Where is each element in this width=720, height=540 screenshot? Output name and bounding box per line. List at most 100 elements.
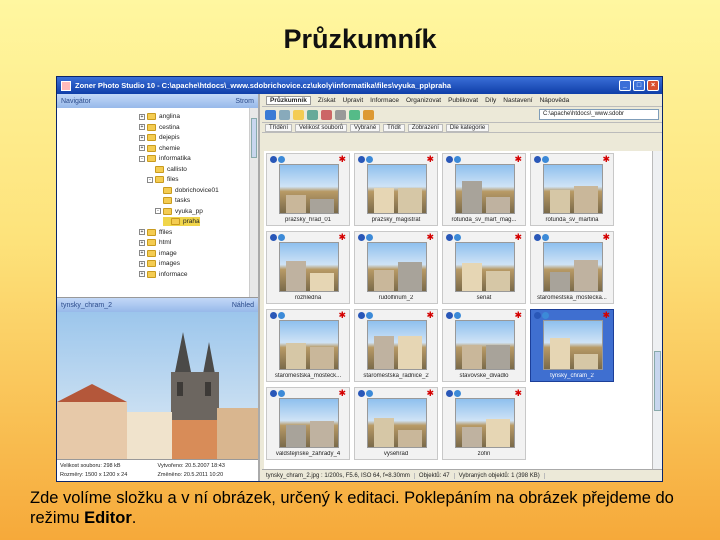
flag-icon[interactable]: ✱ (426, 311, 434, 320)
collapse-icon[interactable]: - (147, 176, 153, 183)
exif-icon[interactable] (278, 234, 285, 241)
info-icon[interactable] (270, 234, 277, 241)
thumbnail[interactable]: ✱ rozhledna (266, 231, 350, 304)
info-icon[interactable] (358, 390, 365, 397)
thumbnail-scrollbar[interactable] (652, 151, 662, 469)
info-icon[interactable] (358, 234, 365, 241)
tree-item[interactable]: + cestina (139, 123, 180, 132)
column-header[interactable]: Třídění (265, 123, 293, 132)
thumbnail[interactable]: ✱ staromestska_mostecka... (530, 231, 614, 304)
tree-item[interactable]: + anglina (139, 112, 180, 121)
menu-item[interactable]: Průzkumník (266, 95, 311, 105)
info-icon[interactable] (270, 156, 277, 163)
expand-icon[interactable]: + (139, 229, 145, 235)
delete-icon[interactable] (321, 109, 332, 120)
expand-icon[interactable]: + (139, 239, 145, 246)
menu-item[interactable]: Nastavení (503, 97, 532, 104)
tree-item[interactable]: callisto (147, 165, 187, 174)
thumbnail[interactable]: ✱ valdstejnske_zahrady_4 (266, 387, 350, 460)
tree-item[interactable]: + ffiles (139, 228, 172, 237)
tree-item[interactable]: - informatika (139, 154, 191, 163)
flag-icon[interactable]: ✱ (514, 389, 522, 398)
tree-item[interactable]: dobrichovice01 (155, 186, 219, 195)
info-icon[interactable] (446, 234, 453, 241)
info-icon[interactable] (446, 390, 453, 397)
tree-item[interactable]: - files (147, 175, 179, 184)
exif-icon[interactable] (542, 234, 549, 241)
menu-item[interactable]: Upravit (343, 97, 364, 104)
flag-icon[interactable]: ✱ (602, 155, 610, 164)
flag-icon[interactable]: ✱ (514, 233, 522, 242)
tree-item[interactable]: + images (139, 259, 180, 268)
flag-icon[interactable]: ✱ (602, 233, 610, 242)
tree-item[interactable]: - vyuka_pp (155, 207, 203, 216)
expand-icon[interactable]: + (139, 271, 145, 277)
info-icon[interactable] (534, 156, 541, 163)
minimize-button[interactable]: _ (619, 80, 631, 91)
exif-icon[interactable] (366, 234, 373, 241)
exif-icon[interactable] (454, 312, 461, 319)
thumbnail[interactable]: ✱ tynsky_chram_2 (530, 309, 614, 382)
menu-item[interactable]: Získat (318, 97, 336, 104)
flag-icon[interactable]: ✱ (338, 233, 346, 242)
flag-icon[interactable]: ✱ (338, 389, 346, 398)
menu-item[interactable]: Organizovat (406, 97, 441, 104)
tree-item[interactable]: + image (139, 249, 177, 258)
column-header[interactable]: Dle kategorie (445, 123, 490, 132)
thumbnail[interactable]: ✱ rotunda_sv_martina (530, 153, 614, 226)
column-header[interactable]: Velikost souborů (295, 123, 348, 132)
exif-icon[interactable] (454, 390, 461, 397)
refresh-icon[interactable] (307, 109, 318, 120)
flag-icon[interactable]: ✱ (426, 233, 434, 242)
navigator-mode-select[interactable]: Strom (235, 98, 254, 105)
tree-item[interactable]: + informace (139, 270, 188, 279)
column-header[interactable]: Zobrazení (407, 123, 443, 132)
menu-item[interactable]: Díly (485, 97, 496, 104)
info-icon[interactable] (358, 156, 365, 163)
star-icon[interactable] (363, 109, 374, 120)
thumbnail[interactable]: ✱ staromestska_mosteck... (266, 309, 350, 382)
exif-icon[interactable] (278, 156, 285, 163)
column-header[interactable]: Třídit (383, 123, 405, 132)
info-icon[interactable] (446, 156, 453, 163)
flag-icon[interactable]: ✱ (602, 311, 610, 320)
thumbnail[interactable]: ✱ vysehrad (354, 387, 438, 460)
tree-item[interactable]: + dejepis (139, 133, 180, 142)
expand-icon[interactable]: + (139, 124, 145, 130)
tree-item[interactable]: praha (163, 217, 200, 226)
thumbnail[interactable]: ✱ staromestska_radnice_2 (354, 309, 438, 382)
thumbnail[interactable]: ✱ prazsky_hrad_01 (266, 153, 350, 226)
exif-icon[interactable] (542, 312, 549, 319)
flag-icon[interactable]: ✱ (514, 311, 522, 320)
thumbnail[interactable]: ✱ stavovske_divadlo (442, 309, 526, 382)
collapse-icon[interactable]: - (139, 155, 145, 162)
title-bar[interactable]: Zoner Photo Studio 10 - C:\apache\htdocs… (57, 77, 662, 94)
forward-icon[interactable] (279, 109, 290, 120)
exif-icon[interactable] (366, 390, 373, 397)
exif-icon[interactable] (366, 156, 373, 163)
maximize-button[interactable]: □ (633, 80, 645, 91)
info-icon[interactable] (270, 312, 277, 319)
close-button[interactable]: × (647, 80, 659, 91)
folder-icon[interactable] (293, 109, 304, 120)
menu-item[interactable]: Publikovat (448, 97, 478, 104)
flag-icon[interactable]: ✱ (338, 155, 346, 164)
info-icon[interactable] (270, 390, 277, 397)
exif-icon[interactable] (542, 156, 549, 163)
filter-icon[interactable] (349, 109, 360, 120)
exif-icon[interactable] (454, 156, 461, 163)
tree-item[interactable]: + html (139, 238, 171, 247)
column-header[interactable]: Vybrané (350, 123, 381, 132)
expand-icon[interactable]: + (139, 113, 145, 120)
flag-icon[interactable]: ✱ (338, 311, 346, 320)
view-icon[interactable] (335, 109, 346, 120)
collapse-icon[interactable]: - (155, 208, 161, 214)
back-icon[interactable] (265, 109, 276, 120)
flag-icon[interactable]: ✱ (426, 389, 434, 398)
path-field[interactable]: C:\apache\htdocs\_www.sdobr (539, 109, 659, 120)
thumbnail[interactable]: ✱ rudolfinum_2 (354, 231, 438, 304)
menu-item[interactable]: Nápověda (540, 97, 570, 104)
flag-icon[interactable]: ✱ (426, 155, 434, 164)
thumbnail[interactable]: ✱ senat (442, 231, 526, 304)
tree-item[interactable]: tasks (155, 196, 190, 205)
